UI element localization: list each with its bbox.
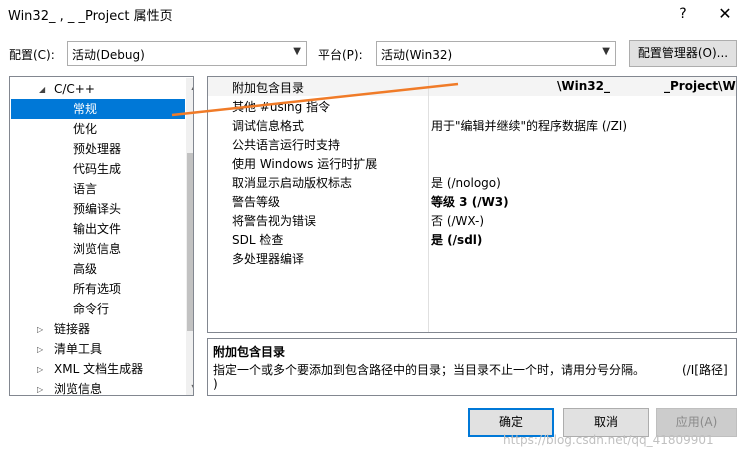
tree-item-label: 命令行: [73, 302, 110, 316]
help-button[interactable]: ?: [672, 3, 694, 25]
tree-item-label: 清单工具: [54, 342, 103, 356]
property-name: 其他 #using 指令: [232, 100, 331, 114]
grid-row[interactable]: 多处理器编译: [208, 248, 736, 267]
tree-item[interactable]: 浏览信息: [11, 239, 185, 259]
property-name: 附加包含目录: [232, 81, 305, 95]
tree-item[interactable]: 命令行: [11, 299, 185, 319]
tree-item[interactable]: 优化: [11, 119, 185, 139]
config-select[interactable]: 活动(Debug) ▼: [67, 41, 307, 66]
property-name: 将警告视为错误: [232, 214, 317, 228]
grid-row[interactable]: 将警告视为错误 否 (/WX-): [208, 210, 736, 229]
collapse-icon[interactable]: ▷: [37, 380, 43, 395]
property-value[interactable]: 是 (/sdl): [431, 231, 482, 248]
property-tree[interactable]: ◢ C/C++ 常规 优化 预处理器 代码生成 语言 预编译头 输出文件 浏览信息 高级 所有选项 命令…: [9, 76, 194, 396]
property-name: 取消显示启动版权标志: [232, 176, 353, 190]
tree-item-label: 预编译头: [73, 202, 122, 216]
grid-row[interactable]: 警告等级 等级 3 (/W3): [208, 191, 736, 210]
tree-item[interactable]: 语言: [11, 179, 185, 199]
include-path-part1: \Win32_: [557, 79, 610, 93]
tree-item-label: 输出文件: [73, 222, 122, 236]
chevron-down-icon: ▼: [602, 46, 610, 57]
tree-item[interactable]: 输出文件: [11, 219, 185, 239]
property-value[interactable]: 等级 3 (/W3): [431, 193, 509, 210]
tree-item-label: 代码生成: [73, 162, 122, 176]
property-name: 警告等级: [232, 195, 281, 209]
property-grid[interactable]: 附加包含目录其他 #using 指令 调试信息格式 用于"编辑并继续"的程序数据库 …: [207, 76, 737, 333]
tree-item[interactable]: ▷ 浏览信息: [11, 379, 185, 396]
tree-item-label: 高级: [73, 262, 98, 276]
expand-icon[interactable]: ◢: [39, 80, 45, 100]
description-text: 指定一个或多个要添加到包含路径中的目录；当目录不止一个时，请用分号分隔。: [213, 363, 646, 377]
tree-item[interactable]: 常规: [11, 99, 185, 119]
include-path-part2: _Project\Wi: [664, 79, 737, 93]
tree-item[interactable]: 预编译头: [11, 199, 185, 219]
collapse-icon[interactable]: ▷: [37, 340, 43, 360]
collapse-icon[interactable]: ▷: [37, 320, 43, 340]
platform-select[interactable]: 活动(Win32) ▼: [376, 41, 616, 66]
grid-row[interactable]: 公共语言运行时支持: [208, 134, 736, 153]
tree-item-label: 浏览信息: [54, 382, 103, 396]
tree-item-label: 浏览信息: [73, 242, 122, 256]
tree-item[interactable]: 预处理器: [11, 139, 185, 159]
window-title: Win32_ , _ _Project 属性页: [8, 9, 173, 24]
platform-label: 平台(P):: [318, 48, 363, 62]
watermark: https://blog.csdn.net/qq_41809901: [503, 433, 714, 447]
scroll-thumb[interactable]: [187, 153, 193, 331]
grid-row[interactable]: SDL 检查 是 (/sdl): [208, 229, 736, 248]
grid-row[interactable]: 取消显示启动版权标志 是 (/nologo): [208, 172, 736, 191]
tree-item[interactable]: ▷ 清单工具: [11, 339, 185, 359]
platform-select-value: 活动(Win32): [381, 48, 453, 62]
property-name: SDL 检查: [232, 233, 284, 247]
chevron-down-icon: ▼: [293, 46, 301, 57]
tree-item-label: 预处理器: [73, 142, 122, 156]
tree-item-label: C/C++: [54, 82, 95, 96]
tree-item-label: XML 文档生成器: [54, 362, 144, 376]
tree-item-label: 链接器: [54, 322, 91, 336]
grid-row[interactable]: 调试信息格式 用于"编辑并继续"的程序数据库 (/ZI): [208, 115, 736, 134]
tree-item[interactable]: 高级: [11, 259, 185, 279]
property-name: 多处理器编译: [232, 252, 305, 266]
config-select-value: 活动(Debug): [72, 48, 145, 62]
property-name: 使用 Windows 运行时扩展: [232, 157, 378, 171]
description-title: 附加包含目录: [213, 345, 286, 359]
tree-item[interactable]: 代码生成: [11, 159, 185, 179]
property-name: 调试信息格式: [232, 119, 305, 133]
description-pane: 附加包含目录 指定一个或多个要添加到包含路径中的目录；当目录不止一个时，请用分号…: [207, 338, 737, 396]
description-text-end: ): [213, 377, 218, 391]
collapse-icon[interactable]: ▷: [37, 360, 43, 380]
property-value[interactable]: 否 (/WX-): [431, 212, 484, 229]
scroll-up-icon[interactable]: ▲: [186, 78, 193, 95]
tree-item[interactable]: ▷ 链接器: [11, 319, 185, 339]
close-button[interactable]: ✕: [714, 3, 736, 25]
grid-row[interactable]: 其他 #using 指令: [208, 96, 736, 115]
grid-row[interactable]: 附加包含目录: [208, 77, 736, 96]
tree-item-label: 常规: [73, 102, 98, 116]
tree-item[interactable]: 所有选项: [11, 279, 185, 299]
tree-scrollbar[interactable]: ▲ ▼: [186, 78, 193, 395]
config-label: 配置(C):: [9, 48, 55, 62]
property-value[interactable]: 用于"编辑并继续"的程序数据库 (/ZI): [431, 117, 627, 134]
config-manager-button[interactable]: 配置管理器(O)...: [629, 40, 737, 67]
tree-item-label: 所有选项: [73, 282, 122, 296]
tree-item-label: 优化: [73, 122, 98, 136]
property-name: 公共语言运行时支持: [232, 138, 341, 152]
scroll-down-icon[interactable]: ▼: [186, 379, 193, 395]
tree-item[interactable]: ◢ C/C++: [11, 79, 185, 99]
title-bar: Win32_ , _ _Project 属性页 ? ✕: [0, 0, 745, 30]
grid-row[interactable]: 使用 Windows 运行时扩展: [208, 153, 736, 172]
property-value[interactable]: 是 (/nologo): [431, 174, 501, 191]
description-flag: (/I[路径]: [682, 363, 728, 377]
tree-item[interactable]: ▷ XML 文档生成器: [11, 359, 185, 379]
tree-item-label: 语言: [73, 182, 98, 196]
